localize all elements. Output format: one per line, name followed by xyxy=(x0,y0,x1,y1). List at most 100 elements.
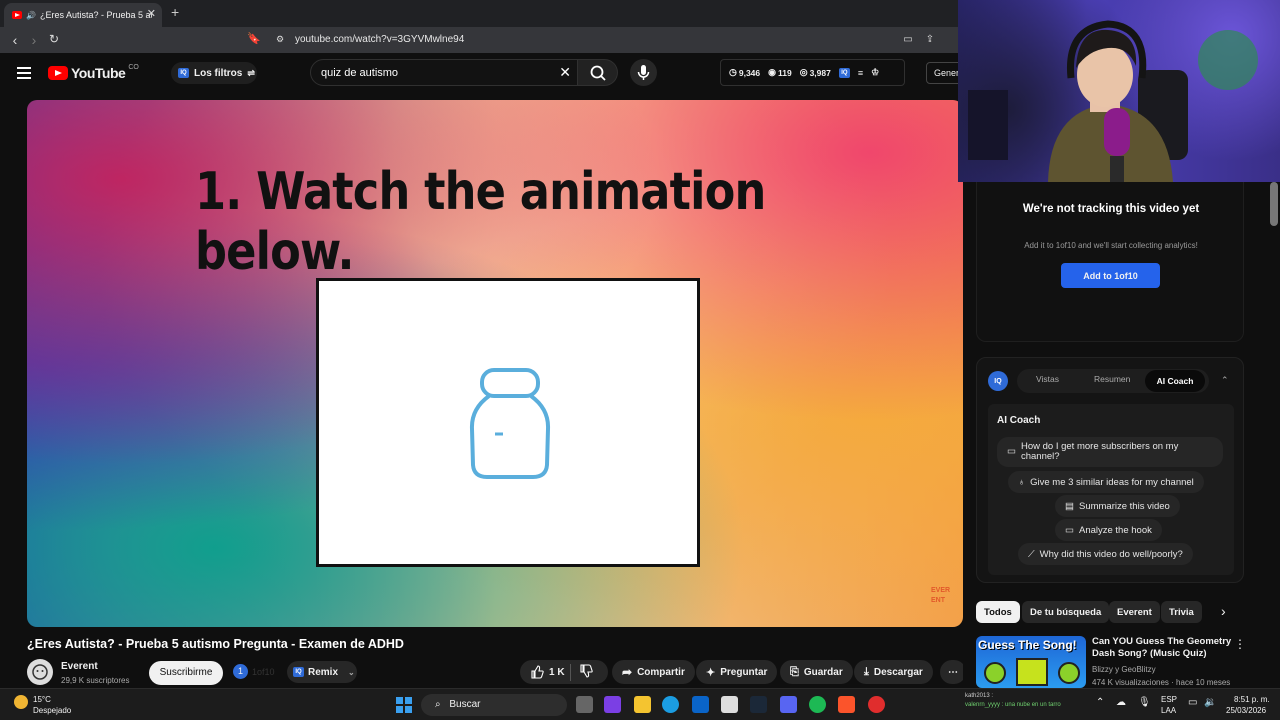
chip-de-tu-busqueda[interactable]: De tu búsqueda xyxy=(1022,601,1110,623)
stat-views: 9,346 xyxy=(738,67,761,78)
recommended-title[interactable]: Can YOU Guess The Geometry Dash Song? (M… xyxy=(1092,636,1232,660)
browser-tab[interactable]: 🔊 ¿Eres Autista? - Prueba 5 auti ✕ xyxy=(4,3,162,27)
sidebar-scrollbar[interactable] xyxy=(1270,182,1278,226)
taskbar-search-label: Buscar xyxy=(449,699,481,710)
thumbnail-art xyxy=(1058,662,1080,684)
share-button[interactable]: ➦ Compartir xyxy=(612,660,695,684)
menu-icon[interactable] xyxy=(17,67,31,79)
like-dislike-group: 1 K xyxy=(520,660,608,684)
search-input[interactable]: quiz de autismo ✕ xyxy=(310,59,578,86)
like-button[interactable]: 1 K xyxy=(530,665,565,679)
add-to-1of10-button[interactable]: Add to 1of10 xyxy=(1061,263,1160,288)
suggestion-chip[interactable]: ▭ Analyze the hook xyxy=(1055,519,1162,541)
youtube-logo[interactable]: YouTube CO xyxy=(48,64,139,81)
sliders-icon: ⇌ xyxy=(247,67,255,78)
weather-icon[interactable] xyxy=(14,695,28,709)
chip-trivia[interactable]: Trivia xyxy=(1161,601,1202,623)
search-icon: ⌕ xyxy=(435,699,441,710)
chart-icon: ⟋ xyxy=(1028,548,1035,560)
chip-everent[interactable]: Everent xyxy=(1109,601,1160,623)
ai-coach-panel: IQ Vistas Resumen AI Coach ⌃ AI Coach ▭ H… xyxy=(976,357,1244,583)
recommended-more-icon[interactable]: ⋮ xyxy=(1234,637,1246,651)
recommended-channel[interactable]: Blizzy y GeoBlitzy xyxy=(1092,665,1156,674)
new-tab-icon[interactable]: + xyxy=(171,4,179,20)
close-tab-icon[interactable]: ✕ xyxy=(147,7,156,20)
channel-name[interactable]: Everent xyxy=(61,661,98,672)
iq-icon: IQ xyxy=(293,667,304,677)
filters-label: Los filtros xyxy=(194,67,243,79)
trophy-icon[interactable]: ♔ xyxy=(871,67,879,78)
collapse-chevron-icon[interactable]: ⌃ xyxy=(1221,375,1229,386)
app-icon[interactable] xyxy=(604,696,621,713)
recommended-thumbnail[interactable]: Guess The Song! xyxy=(976,636,1086,688)
brave-icon[interactable] xyxy=(838,696,855,713)
task-view-icon[interactable] xyxy=(576,696,593,713)
tab-title: ¿Eres Autista? - Prueba 5 auti xyxy=(39,10,152,20)
chips-next-icon[interactable]: › xyxy=(1221,603,1226,619)
clock-time[interactable]: 8:51 p. m. xyxy=(1234,695,1270,704)
youtube-header: YouTube CO IQ Los filtros ⇌ quiz de auti… xyxy=(0,53,966,93)
clock-date[interactable]: 25/03/2026 xyxy=(1226,706,1266,715)
list-icon[interactable]: ≡ xyxy=(858,68,863,78)
filters-button[interactable]: IQ Los filtros ⇌ xyxy=(171,62,257,84)
save-button[interactable]: ⎘ Guardar xyxy=(780,660,853,684)
suggestion-chip[interactable]: ▭ How do I get more subscribers on my cha… xyxy=(997,437,1223,467)
suggestion-chip[interactable]: ▤ Summarize this video xyxy=(1055,495,1180,517)
outlook-icon[interactable] xyxy=(692,696,709,713)
edge-icon[interactable] xyxy=(662,696,679,713)
suggestion-chip[interactable]: ♁ Give me 3 similar ideas for my channel xyxy=(1008,471,1204,493)
discord-icon[interactable] xyxy=(780,696,797,713)
store-icon[interactable] xyxy=(721,696,738,713)
download-label: Descargar xyxy=(873,666,923,678)
thumbnail-art xyxy=(984,662,1006,684)
tray-icon[interactable]: ☁ xyxy=(1116,697,1126,708)
tab-vistas[interactable]: Vistas xyxy=(1036,374,1059,384)
suggestion-chip[interactable]: ⟋ Why did this video do well/poorly? xyxy=(1018,543,1193,565)
file-explorer-icon[interactable] xyxy=(634,696,651,713)
site-info-icon[interactable]: ⚙ xyxy=(272,34,288,45)
taskbar-search[interactable]: ⌕ Buscar xyxy=(421,694,567,716)
1of10-badge[interactable]: 1 xyxy=(233,664,248,679)
volume-icon[interactable]: 🔉 xyxy=(1204,697,1216,708)
subscribe-button[interactable]: Suscribirme xyxy=(149,661,223,685)
tab-resumen[interactable]: Resumen xyxy=(1094,374,1130,384)
stat-watching: 119 xyxy=(778,67,792,78)
chip-todos[interactable]: Todos xyxy=(976,601,1020,623)
ask-button[interactable]: ✦ Preguntar xyxy=(696,660,778,684)
download-button[interactable]: ⤓ Descargar xyxy=(854,660,933,684)
taskbar: 15°C Despejado ⌕ Buscar kath2013 : valen… xyxy=(0,688,1280,720)
remix-button[interactable]: IQ Remix ⌄ xyxy=(287,661,357,683)
iq-icon[interactable]: IQ xyxy=(838,67,850,78)
search-value: quiz de autismo xyxy=(321,67,399,79)
bookmark-icon[interactable]: 🔖 xyxy=(246,32,262,45)
microphone-icon[interactable]: 🎙 xyxy=(1138,697,1151,708)
speaker-icon[interactable]: 🔊 xyxy=(26,11,36,20)
network-icon[interactable]: ▭ xyxy=(1188,697,1197,708)
lang-1[interactable]: ESP xyxy=(1161,695,1177,704)
dislike-button[interactable] xyxy=(569,663,593,681)
forward-icon[interactable]: › xyxy=(26,32,42,48)
voice-search-button[interactable] xyxy=(630,59,657,86)
tray-chevron-icon[interactable]: ⌃ xyxy=(1096,697,1104,708)
clear-search-icon[interactable]: ✕ xyxy=(559,64,571,81)
reload-icon[interactable]: ↻ xyxy=(46,32,62,46)
share-page-icon[interactable]: ⇪ xyxy=(922,34,938,45)
video-player[interactable]: 1. Watch the animation below. EVER ENT xyxy=(27,100,963,627)
app-icon[interactable] xyxy=(868,696,885,713)
coach-title: AI Coach xyxy=(997,415,1041,426)
cast-icon[interactable]: ▭ xyxy=(900,34,916,45)
start-icon[interactable] xyxy=(396,697,412,713)
steam-icon[interactable] xyxy=(750,696,767,713)
streamer-figure xyxy=(968,20,1258,182)
lang-2[interactable]: LAA xyxy=(1161,706,1176,715)
channel-avatar[interactable] xyxy=(27,659,53,685)
logo-text: YouTube xyxy=(71,65,126,81)
url-field[interactable]: youtube.com/watch?v=3GYVMwlne94 xyxy=(295,34,464,45)
back-icon[interactable]: ‹ xyxy=(7,32,23,48)
search-button[interactable] xyxy=(578,59,618,86)
tab-ai-coach[interactable]: AI Coach xyxy=(1145,370,1205,392)
suggestion-text: Analyze the hook xyxy=(1078,524,1152,536)
ask-label: Preguntar xyxy=(720,666,768,678)
spotify-icon[interactable] xyxy=(809,696,826,713)
video-title: ¿Eres Autista? - Prueba 5 autismo Pregun… xyxy=(27,637,404,651)
